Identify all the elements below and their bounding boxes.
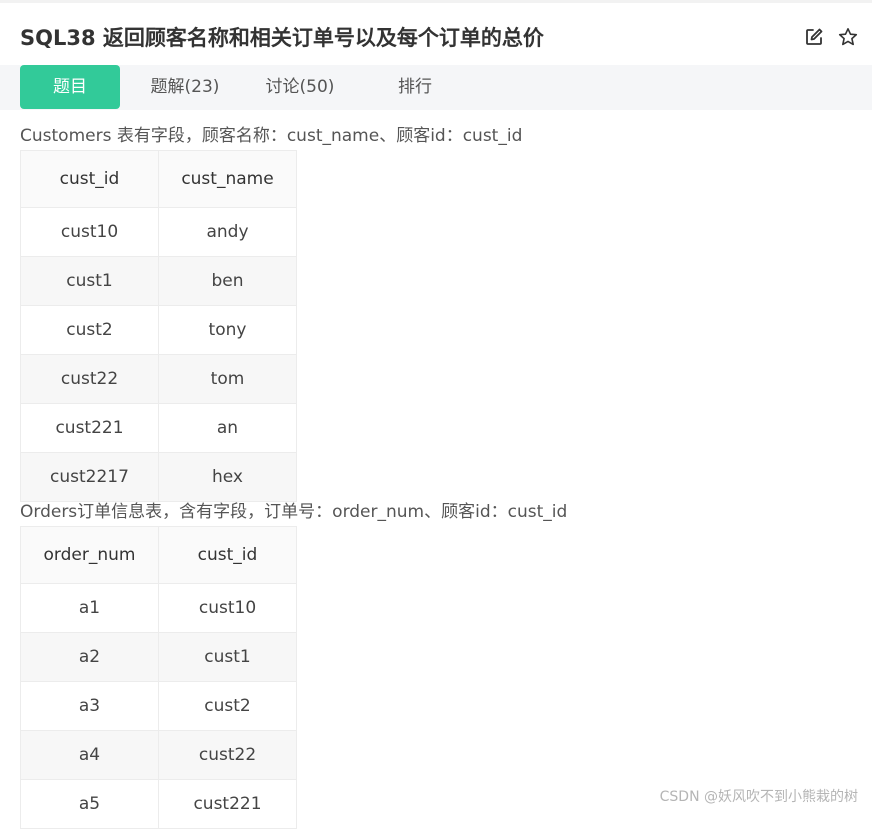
customers-description: Customers 表有字段，顾客名称：cust_name、顾客id：cust_…: [20, 126, 523, 146]
table-cell: cust221: [20, 403, 159, 453]
table-row: cust2217 hex: [20, 452, 297, 502]
problem-title: SQL38 返回顾客名称和相关订单号以及每个订单的总价: [20, 26, 544, 50]
table-cell: a3: [20, 681, 159, 731]
table-header-row: order_num cust_id: [20, 526, 297, 584]
table-cell: ben: [158, 256, 297, 306]
column-header: cust_id: [20, 150, 159, 208]
table-cell: hex: [158, 452, 297, 502]
table-row: a4 cust22: [20, 730, 297, 780]
table-cell: tom: [158, 354, 297, 404]
table-cell: cust221: [158, 779, 297, 829]
table-cell: a1: [20, 583, 159, 633]
table-row: a1 cust10: [20, 583, 297, 633]
tab-solutions[interactable]: 题解(23): [140, 65, 230, 109]
table-cell: cust2: [158, 681, 297, 731]
tab-ranking[interactable]: 排行: [375, 65, 455, 109]
table-cell: a2: [20, 632, 159, 682]
table-row: cust2 tony: [20, 305, 297, 355]
star-icon[interactable]: [838, 27, 858, 47]
table-cell: andy: [158, 207, 297, 257]
table-row: a3 cust2: [20, 681, 297, 731]
column-header: cust_name: [158, 150, 297, 208]
column-header: order_num: [20, 526, 159, 584]
table-row: cust10 andy: [20, 207, 297, 257]
table-cell: cust22: [20, 354, 159, 404]
table-cell: a5: [20, 779, 159, 829]
table-cell: cust2: [20, 305, 159, 355]
customers-table: cust_id cust_name cust10 andy cust1 ben …: [20, 150, 297, 502]
column-header: cust_id: [158, 526, 297, 584]
orders-description: Orders订单信息表，含有字段，订单号：order_num、顾客id：cust…: [20, 502, 568, 522]
table-row: cust22 tom: [20, 354, 297, 404]
table-cell: an: [158, 403, 297, 453]
table-cell: tony: [158, 305, 297, 355]
tab-bar: 题目 题解(23) 讨论(50) 排行: [0, 65, 872, 110]
table-cell: cust1: [158, 632, 297, 682]
table-cell: cust1: [20, 256, 159, 306]
table-header-row: cust_id cust_name: [20, 150, 297, 208]
table-row: a5 cust221: [20, 779, 297, 829]
table-row: a2 cust1: [20, 632, 297, 682]
watermark: CSDN @妖风吹不到小熊栽的树: [659, 789, 858, 805]
table-row: cust1 ben: [20, 256, 297, 306]
table-cell: a4: [20, 730, 159, 780]
edit-icon[interactable]: [804, 27, 824, 47]
table-cell: cust10: [158, 583, 297, 633]
problem-header: SQL38 返回顾客名称和相关订单号以及每个订单的总价: [0, 3, 872, 65]
tab-problem[interactable]: 题目: [20, 65, 120, 109]
table-cell: cust2217: [20, 452, 159, 502]
table-row: cust221 an: [20, 403, 297, 453]
table-cell: cust10: [20, 207, 159, 257]
table-cell: cust22: [158, 730, 297, 780]
tab-discussion[interactable]: 讨论(50): [255, 65, 345, 109]
orders-table: order_num cust_id a1 cust10 a2 cust1 a3 …: [20, 526, 297, 829]
